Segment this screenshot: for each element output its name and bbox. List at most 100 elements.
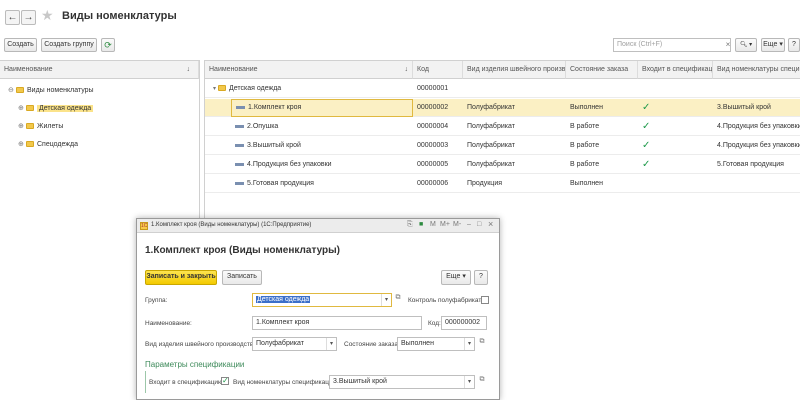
maximize-icon[interactable]: □ [477,221,481,228]
state-cell: В работе [570,123,600,130]
kind-cell: Полуфабрикат [467,142,515,149]
search-input[interactable]: Поиск (Ctrl+F) [613,38,731,52]
table-row[interactable]: 2.Опушка 00000004 Полуфабрикат В работе … [205,118,800,136]
save-and-close-button[interactable]: Записать и закрыть [145,270,217,285]
name-cell: 2.Опушка [231,118,413,136]
state-select[interactable]: Выполнен ▾ [397,337,475,351]
save-button[interactable]: Записать [222,270,262,285]
group-name: Детская одежда [229,85,282,92]
dropdown-icon[interactable]: ▾ [464,338,474,350]
app-logo-icon: 1С [140,222,148,230]
search-button[interactable]: 🔍︎ ▾ [735,38,757,52]
kind-select[interactable]: Полуфабрикат ▾ [252,337,337,351]
forward-arrow-icon[interactable]: → [21,10,36,25]
memory-icon[interactable]: M [430,221,436,228]
column-header-spec-kind[interactable]: Вид номенклатуры специфи... [713,61,800,79]
help-button[interactable]: ? [788,38,800,52]
close-icon[interactable]: × [488,219,493,229]
code-cell: 00000005 [417,161,449,168]
group-field[interactable]: Детская одежда ▾ [252,293,392,307]
code-field[interactable]: 000000002 [441,316,487,330]
tree-root[interactable]: ⊖ Виды номенклатуры [4,82,194,100]
expand-icon: ⊕ [18,123,24,130]
table-row[interactable]: 4.Продукция без упаковки 00000005 Полуфа… [205,156,800,174]
kind-cell: Полуфабрикат [467,104,515,111]
minimize-icon[interactable]: – [467,221,471,228]
spec-kind-cell: 3.Вышитый крой [717,104,771,111]
in-spec-checkbox[interactable]: ✓ [221,377,229,385]
table-row[interactable]: 3.Вышитый крой 00000003 Полуфабрикат В р… [205,137,800,155]
state-cell: В работе [570,142,600,149]
folder-icon [26,123,34,130]
expand-icon: ⊕ [18,141,24,148]
code-cell: 00000004 [417,123,449,130]
folder-icon [26,141,34,148]
column-header-kind[interactable]: Вид изделия швейного произво... [463,61,566,79]
semi-control-checkbox[interactable] [481,296,489,304]
title-bar: ← → ★ Виды номенклатуры [0,0,800,34]
in-spec-check-icon: ✓ [642,102,651,113]
dropdown-icon[interactable]: ▾ [381,294,391,306]
open-link-icon[interactable]: ⧉ [477,338,487,350]
column-header-name[interactable]: Наименование ↓ [205,61,413,79]
group-name-cell: ▾ Детская одежда [209,80,413,98]
kind-cell: Продукция [467,180,503,187]
create-group-button[interactable]: Создать группу [41,38,97,52]
spec-section-title: Параметры спецификации [145,360,245,369]
table-row[interactable]: 1.Комплект кроя 00000002 Полуфабрикат Вы… [205,99,800,117]
favorite-star-icon[interactable]: ★ [41,7,54,24]
help-button[interactable]: ? [474,270,488,285]
semi-control-label: Контроль полуфабриката: [408,297,487,304]
name-field[interactable]: 1.Комплект кроя [252,316,422,330]
dialog-title-bar[interactable]: 1С 1.Комплект кроя (Виды номенклатуры) (… [137,219,499,233]
dropdown-icon[interactable]: ▾ [326,338,336,350]
print-icon[interactable]: ■ [419,221,423,228]
memory-minus-icon[interactable]: M- [453,221,461,228]
cell-text: 2.Опушка [247,123,279,130]
clear-search-icon[interactable]: × [724,39,732,51]
tree-header[interactable]: Наименование ↓ [0,61,199,79]
code-cell: 00000006 [417,180,449,187]
state-cell: Выполнен [570,104,603,111]
memory-plus-icon[interactable]: M+ [440,221,450,228]
dialog-window-title: 1.Комплект кроя (Виды номенклатуры) (1С:… [151,222,312,228]
more-button[interactable]: Еще ▾ [441,270,471,285]
dialog-heading: 1.Комплект кроя (Виды номенклатуры) [145,245,340,256]
back-arrow-icon[interactable]: ← [5,10,20,25]
open-link-icon[interactable]: ⧉ [477,376,487,388]
create-button[interactable]: Создать [4,38,37,52]
tree-item-zhilety[interactable]: ⊕ Жилеты [14,118,194,136]
name-cell: 1.Комплект кроя [231,99,413,117]
kind-cell: Полуфабрикат [467,161,515,168]
column-header-in-spec[interactable]: Входит в спецификацию [638,61,713,79]
state-cell: В работе [570,161,600,168]
collapse-arrow-icon: ▾ [213,86,217,92]
group-label: Группа: [145,297,168,304]
more-button[interactable]: Еще ▾ [761,38,785,52]
group-code-cell: 00000001 [417,85,449,92]
column-header-code[interactable]: Код [413,61,463,79]
open-link-icon[interactable]: ⧉ [393,294,403,306]
table-group-row[interactable]: ▾ Детская одежда 00000001 [205,80,800,98]
item-icon [235,143,244,147]
dropdown-icon[interactable]: ▾ [464,376,474,388]
code-label: Код: [428,320,441,327]
kind-value: Полуфабрикат [256,340,304,347]
table-row[interactable]: 5.Готовая продукция 00000006 Продукция В… [205,175,800,193]
name-label: Наименование: [145,320,192,327]
in-spec-check-icon: ✓ [642,121,651,132]
name-cell: 5.Готовая продукция [231,175,413,193]
refresh-icon[interactable]: ⟳ [101,38,115,52]
column-header-label: Наименование [209,66,258,73]
cell-text: 3.Вышитый крой [247,142,301,149]
item-edit-dialog: 1С 1.Комплект кроя (Виды номенклатуры) (… [136,218,500,400]
kind-label: Вид изделия швейного производства: [145,341,259,348]
group-value: Детская одежда [256,296,311,303]
copy-icon[interactable]: ⎘ [407,221,413,229]
tree-item-detskaya-odezhda[interactable]: ⊕ Детская одежда [14,100,194,118]
column-header-state[interactable]: Состояние заказа [566,61,638,79]
tree-item-specodezhda[interactable]: ⊕ Спецодежда [14,136,194,154]
spec-kind-cell: 4.Продукция без упаковки [717,142,800,149]
spec-kind-select[interactable]: 3.Вышитый крой ▾ [329,375,475,389]
tree-header-label: Наименование [4,66,53,73]
